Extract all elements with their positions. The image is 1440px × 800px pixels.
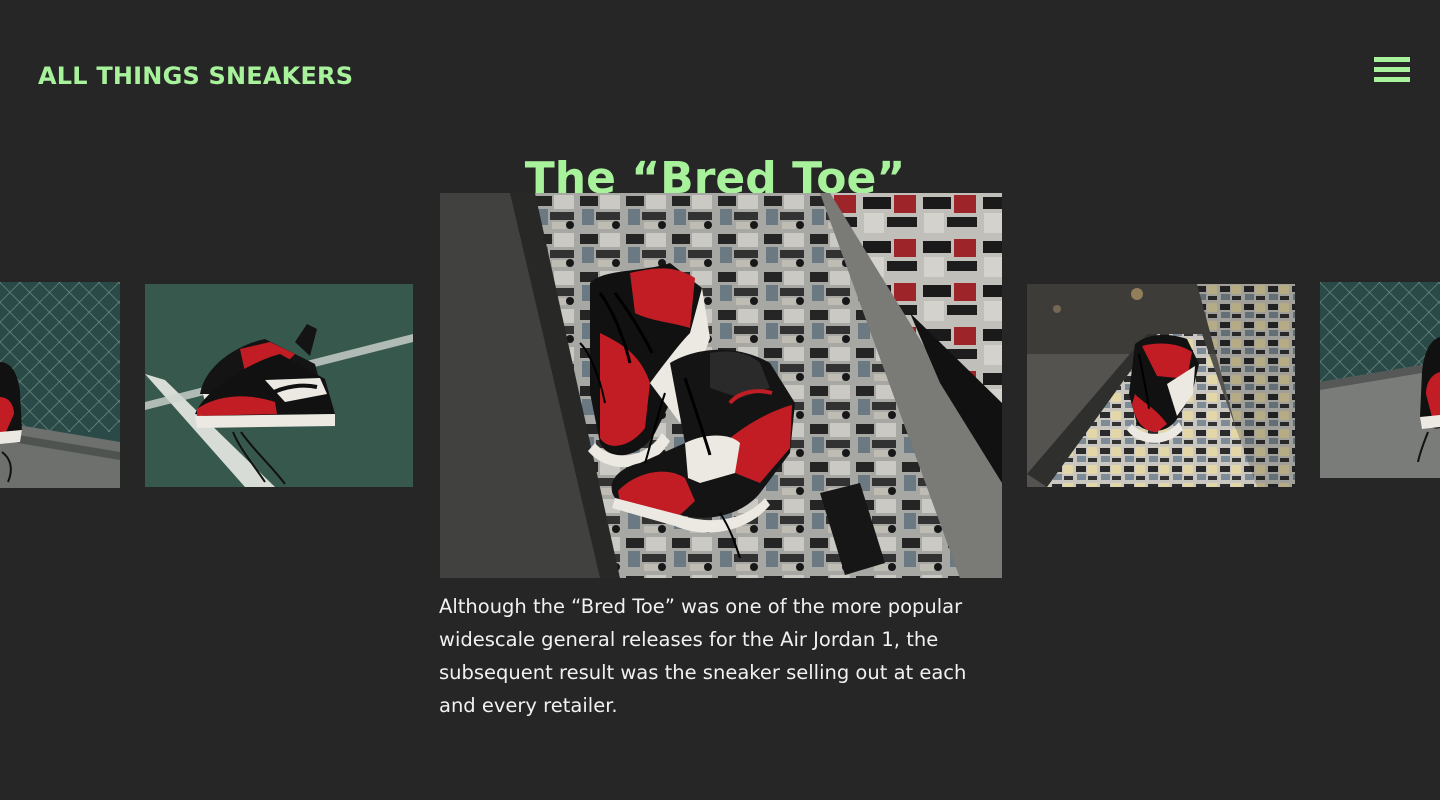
carousel-slide-featured[interactable] xyxy=(440,193,1002,578)
sneaker-street-photo xyxy=(1027,284,1295,487)
sneaker-bench-photo xyxy=(440,193,1002,578)
carousel-slide-street[interactable] xyxy=(1027,284,1295,487)
carousel-slide-court[interactable] xyxy=(145,284,413,487)
carousel-slide-fence-right[interactable] xyxy=(1320,282,1440,478)
sneaker-fence-photo xyxy=(0,282,120,488)
sneaker-court-photo xyxy=(145,284,413,487)
sneaker-fence-right-photo xyxy=(1320,282,1440,478)
sneaker-description: Although the “Bred Toe” was one of the m… xyxy=(439,595,967,717)
carousel-slide-fence[interactable] xyxy=(0,282,120,488)
